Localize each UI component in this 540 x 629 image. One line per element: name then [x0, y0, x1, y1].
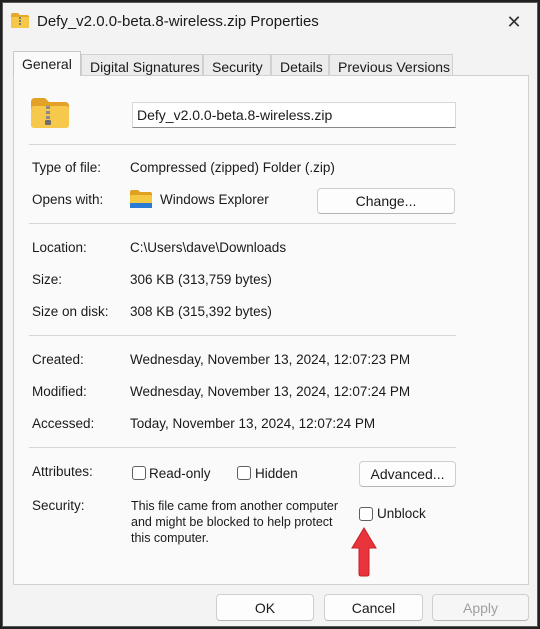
zip-folder-icon — [11, 13, 29, 28]
location-label: Location: — [32, 240, 87, 255]
attributes-label: Attributes: — [32, 464, 93, 479]
filename-field[interactable]: Defy_v2.0.0-beta.8-wireless.zip — [132, 102, 456, 128]
size-on-disk-label: Size on disk: — [32, 304, 109, 319]
cancel-button[interactable]: Cancel — [324, 594, 423, 621]
properties-dialog: Defy_v2.0.0-beta.8-wireless.zip Properti… — [2, 2, 538, 627]
explorer-folder-icon — [130, 190, 152, 208]
size-label: Size: — [32, 272, 63, 287]
size-value: 306 KB (313,759 bytes) — [130, 272, 272, 287]
modified-label: Modified: — [32, 384, 87, 399]
hidden-label: Hidden — [255, 466, 298, 481]
type-value: Compressed (zipped) Folder (.zip) — [130, 160, 335, 175]
title-bar: Defy_v2.0.0-beta.8-wireless.zip Properti… — [3, 3, 537, 41]
opens-with-label: Opens with: — [32, 192, 104, 207]
close-button[interactable]: ✕ — [501, 9, 527, 35]
type-label: Type of file: — [32, 160, 102, 175]
size-on-disk-value: 308 KB (315,392 bytes) — [130, 304, 272, 319]
hidden-checkbox[interactable] — [237, 466, 251, 480]
window-title: Defy_v2.0.0-beta.8-wireless.zip Properti… — [37, 13, 319, 30]
ok-button[interactable]: OK — [216, 594, 314, 621]
tab-security[interactable]: Security — [203, 54, 271, 75]
separator — [29, 335, 456, 336]
zip-folder-large-icon — [31, 98, 69, 128]
created-label: Created: — [32, 352, 84, 367]
separator — [29, 447, 456, 448]
accessed-label: Accessed: — [32, 416, 95, 431]
general-panel: Defy_v2.0.0-beta.8-wireless.zip Type of … — [13, 75, 529, 585]
unblock-checkbox[interactable] — [359, 507, 373, 521]
change-button[interactable]: Change... — [317, 188, 455, 214]
modified-value: Wednesday, November 13, 2024, 12:07:24 P… — [130, 384, 411, 399]
security-message-line-3: this computer. — [131, 531, 209, 545]
tab-general[interactable]: General — [13, 51, 81, 76]
tab-digital-signatures[interactable]: Digital Signatures — [81, 54, 203, 75]
close-icon: ✕ — [506, 11, 522, 32]
separator — [29, 144, 456, 145]
opens-with-value: Windows Explorer — [160, 192, 269, 207]
security-message-line-1: This file came from another computer — [131, 499, 339, 513]
readonly-label: Read-only — [149, 466, 211, 481]
advanced-button[interactable]: Advanced... — [359, 461, 456, 487]
tab-details[interactable]: Details — [271, 54, 329, 75]
security-message-line-2: and might be blocked to help protect — [131, 515, 333, 529]
readonly-checkbox[interactable] — [132, 466, 146, 480]
location-value: C:\Users\dave\Downloads — [130, 240, 287, 255]
accessed-value: Today, November 13, 2024, 12:07:24 PM — [130, 416, 376, 431]
tab-previous-versions[interactable]: Previous Versions — [329, 54, 453, 75]
unblock-label: Unblock — [377, 506, 426, 521]
annotation-arrow-icon — [351, 527, 377, 577]
created-value: Wednesday, November 13, 2024, 12:07:23 P… — [130, 352, 411, 367]
apply-button[interactable]: Apply — [432, 594, 529, 621]
security-label: Security: — [32, 498, 85, 513]
separator — [29, 223, 456, 224]
